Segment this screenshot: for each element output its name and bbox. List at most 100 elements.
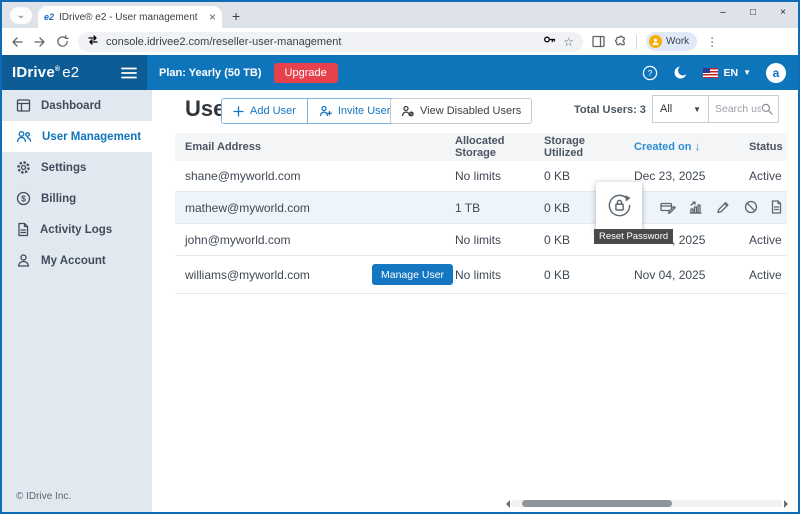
- scroll-left-icon[interactable]: [502, 500, 510, 508]
- sidebar-item-label: Settings: [41, 162, 86, 174]
- browser-tab[interactable]: e2 IDrive® e2 - User management ×: [38, 6, 222, 28]
- cell-email: mathew@myworld.com: [175, 201, 445, 215]
- main-content: Users Add User Invite Users View Disable…: [152, 90, 798, 512]
- disabled-user-icon: [401, 105, 414, 117]
- forward-icon[interactable]: [33, 35, 47, 49]
- logo-section: IDrive®e2: [2, 55, 147, 90]
- cell-allocated: No limits: [445, 233, 534, 247]
- site-info-icon[interactable]: [87, 33, 99, 51]
- window-controls: – □ ×: [708, 2, 798, 26]
- minimize-icon[interactable]: –: [708, 2, 738, 26]
- close-icon[interactable]: ×: [768, 2, 798, 26]
- col-created-sort[interactable]: Created on ↓: [624, 141, 739, 153]
- disable-user-icon[interactable]: [744, 200, 758, 217]
- user-logs-icon[interactable]: [770, 200, 783, 217]
- url-text: console.idrivee2.com/reseller-user-manag…: [106, 36, 536, 48]
- chevron-down-icon: ⌄: [17, 10, 25, 21]
- sidebar-item-settings[interactable]: Settings: [2, 152, 152, 183]
- cell-email: shane@myworld.com: [175, 169, 445, 183]
- reset-password-tooltip: Reset Password: [594, 229, 673, 244]
- bookmark-star-icon[interactable]: ☆: [563, 36, 574, 48]
- extensions-puzzle-icon[interactable]: [614, 35, 627, 48]
- edit-storage-icon[interactable]: [660, 200, 676, 218]
- col-email: Email Address: [175, 141, 445, 153]
- table-row[interactable]: john@myworld.com No limits 0 KB Dec 23, …: [175, 224, 787, 256]
- sidebar-item-label: User Management: [42, 131, 141, 143]
- add-user-button[interactable]: Add User: [222, 99, 307, 123]
- user-management-icon: [16, 129, 32, 144]
- account-avatar[interactable]: a: [766, 63, 786, 83]
- reload-icon[interactable]: [56, 35, 69, 48]
- sidebar-item-my-account[interactable]: My Account: [2, 245, 152, 276]
- sidebar-item-label: My Account: [41, 255, 106, 267]
- billing-icon: $: [16, 191, 31, 206]
- upgrade-button[interactable]: Upgrade: [274, 63, 338, 83]
- back-icon[interactable]: [10, 35, 24, 49]
- user-actions-group: Add User Invite Users: [221, 98, 408, 124]
- view-disabled-users-button[interactable]: View Disabled Users: [390, 98, 532, 124]
- browser-menu-icon[interactable]: ⋮: [706, 35, 718, 49]
- activity-logs-icon: [16, 222, 30, 237]
- user-filter-dropdown[interactable]: All ▼: [652, 95, 709, 123]
- my-account-icon: [16, 253, 31, 268]
- tab-title: IDrive® e2 - User management: [59, 12, 204, 23]
- svg-text:?: ?: [648, 68, 653, 78]
- hamburger-menu-icon[interactable]: [121, 67, 137, 79]
- cell-utilized: 0 KB: [534, 268, 624, 282]
- profile-chip[interactable]: Work: [646, 32, 697, 51]
- dashboard-icon: [16, 98, 31, 113]
- usage-statistics-icon[interactable]: [688, 200, 703, 218]
- table-row-hovered[interactable]: mathew@myworld.com 1 TB 0 KB: [175, 192, 787, 224]
- us-flag-icon: [703, 68, 718, 78]
- browser-window: ⌄ e2 IDrive® e2 - User management × + – …: [0, 0, 800, 514]
- sidebar-item-label: Dashboard: [41, 100, 101, 112]
- cell-allocated: No limits: [445, 268, 534, 282]
- gear-icon: [16, 160, 31, 175]
- tab-close-icon[interactable]: ×: [209, 10, 216, 24]
- new-tab-button[interactable]: +: [232, 9, 240, 23]
- col-utilized: Storage Utilized: [534, 135, 624, 159]
- toolbar-divider: [636, 35, 637, 49]
- col-status: Status: [739, 141, 787, 153]
- manage-user-button[interactable]: Manage User: [372, 264, 453, 285]
- table-row[interactable]: williams@myworld.com No limits 0 KB Nov …: [175, 256, 787, 294]
- help-icon[interactable]: ?: [642, 65, 658, 81]
- browser-toolbar: console.idrivee2.com/reseller-user-manag…: [2, 28, 798, 55]
- reset-password-button[interactable]: [596, 182, 642, 234]
- reset-password-icon: [606, 192, 633, 219]
- url-bar[interactable]: console.idrivee2.com/reseller-user-manag…: [78, 32, 583, 52]
- language-label: EN: [723, 67, 738, 79]
- invite-user-icon: [319, 105, 332, 117]
- language-selector[interactable]: EN ▼: [703, 67, 751, 79]
- scrollbar-track[interactable]: [512, 500, 782, 507]
- dark-mode-moon-icon[interactable]: [673, 65, 688, 80]
- header-actions: ? EN ▼ a: [642, 63, 798, 83]
- search-user-box: [708, 95, 779, 123]
- password-key-icon[interactable]: [543, 33, 556, 51]
- table-row[interactable]: shane@myworld.com No limits 0 KB Dec 23,…: [175, 161, 787, 192]
- idrive-e2-logo: IDrive®e2: [12, 64, 79, 81]
- cell-created: Nov 04, 2025: [624, 268, 739, 282]
- scroll-right-icon[interactable]: [784, 500, 792, 508]
- sidebar-item-user-management[interactable]: User Management: [2, 121, 152, 152]
- plan-label: Plan: Yearly (50 TB): [159, 67, 262, 79]
- edit-user-icon[interactable]: [716, 200, 730, 217]
- sort-desc-icon: ↓: [695, 141, 701, 153]
- browser-titlebar: ⌄ e2 IDrive® e2 - User management × + – …: [2, 2, 798, 28]
- horizontal-scrollbar[interactable]: [502, 499, 792, 508]
- cell-allocated: No limits: [445, 169, 534, 183]
- total-users-count: Total Users: 3: [574, 104, 646, 116]
- search-input[interactable]: [715, 103, 761, 115]
- chevron-down-icon: ▼: [693, 105, 701, 114]
- search-icon[interactable]: [761, 103, 773, 115]
- sidebar-item-billing[interactable]: $ Billing: [2, 183, 152, 214]
- maximize-icon[interactable]: □: [738, 2, 768, 26]
- tab-search-button[interactable]: ⌄: [10, 7, 32, 24]
- status-badge: Active: [739, 233, 787, 247]
- side-panel-icon[interactable]: [592, 35, 605, 48]
- scrollbar-thumb[interactable]: [522, 500, 672, 507]
- sidebar-item-dashboard[interactable]: Dashboard: [2, 90, 152, 121]
- users-table: Email Address Allocated Storage Storage …: [175, 133, 787, 294]
- sidebar: Dashboard User Management Settings $ Bil…: [2, 90, 152, 512]
- sidebar-item-activity-logs[interactable]: Activity Logs: [2, 214, 152, 245]
